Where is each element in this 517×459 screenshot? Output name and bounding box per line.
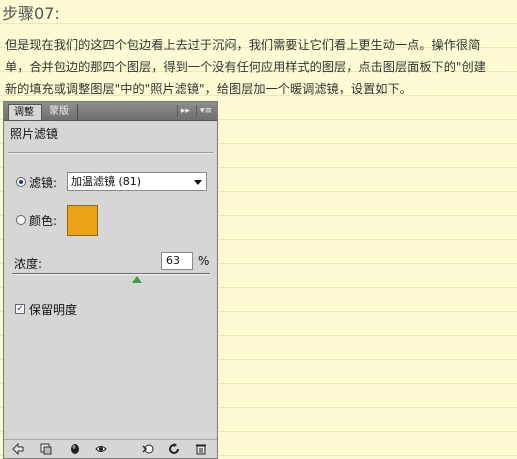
trash-icon[interactable] bbox=[195, 443, 207, 455]
collapse-panel-icon[interactable]: ▸▸ bbox=[176, 105, 193, 117]
article-line: 但是现在我们的这四个包边看上去过于沉闷，我们需要让它们看上更生动一点。操作很简 bbox=[5, 38, 481, 52]
density-label: 浓度: bbox=[14, 257, 43, 271]
tab-adjustments[interactable]: 调整 bbox=[8, 104, 42, 120]
filter-select[interactable]: 加温滤镜 (81) bbox=[67, 172, 207, 191]
clip-layers-icon[interactable] bbox=[40, 443, 52, 455]
preserve-luminosity-label: 保留明度 bbox=[29, 303, 78, 317]
panel-tab-bar: 调整 蒙版 ▸▸ ▾≡ bbox=[4, 102, 217, 121]
color-swatch[interactable] bbox=[67, 205, 98, 236]
view-previous-icon[interactable] bbox=[142, 443, 154, 455]
color-label: 颜色: bbox=[29, 214, 58, 228]
density-slider-track[interactable] bbox=[12, 273, 210, 275]
preserve-luminosity-checkbox[interactable]: ✓ bbox=[15, 304, 25, 314]
density-unit: % bbox=[198, 254, 210, 268]
filter-radio[interactable] bbox=[16, 177, 26, 187]
adjustments-panel: 调整 蒙版 ▸▸ ▾≡ 照片滤镜 滤镜: 加温滤镜 (81) 颜色: 浓度: 6… bbox=[3, 101, 218, 459]
step-title: 步骤07: bbox=[2, 4, 60, 23]
tab-masks[interactable]: 蒙版 bbox=[44, 104, 78, 120]
eye-icon[interactable] bbox=[95, 443, 107, 455]
article-line: 单，合并包边的那四个图层，得到一个没有任何应用样式的图层，点击图层面板下的"创建 bbox=[5, 60, 486, 74]
panel-bottom-toolbar bbox=[4, 439, 217, 458]
density-slider-thumb[interactable] bbox=[131, 276, 142, 283]
chevron-down-icon bbox=[194, 180, 202, 185]
visibility-mask-icon[interactable] bbox=[69, 443, 81, 455]
color-radio[interactable] bbox=[16, 215, 26, 225]
article-text: 但是现在我们的这四个包边看上去过于沉闷，我们需要让它们看上更生动一点。操作很简 … bbox=[5, 34, 515, 100]
back-arrow-icon[interactable] bbox=[12, 443, 24, 455]
divider bbox=[8, 152, 213, 154]
article-line: 新的填充或调整图层"中的"照片滤镜"，给图层加一个暖调滤镜，设置如下。 bbox=[5, 82, 412, 96]
filter-label: 滤镜: bbox=[29, 176, 58, 190]
density-input[interactable]: 63 bbox=[161, 252, 193, 270]
panel-menu-icon[interactable]: ▾≡ bbox=[195, 105, 215, 117]
reset-icon[interactable] bbox=[168, 443, 180, 455]
panel-title: 照片滤镜 bbox=[10, 127, 59, 141]
filter-select-value: 加温滤镜 (81) bbox=[71, 175, 142, 188]
